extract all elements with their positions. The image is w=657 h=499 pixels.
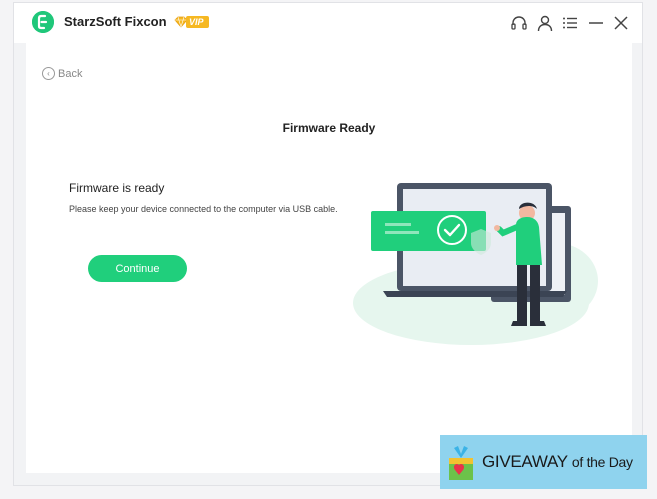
firmware-heading: Firmware is ready xyxy=(69,181,165,195)
menu-icon[interactable] xyxy=(560,13,580,33)
user-icon[interactable] xyxy=(535,13,555,33)
vip-badge: VIP xyxy=(174,15,209,29)
back-label: Back xyxy=(58,67,83,80)
app-window: StarzSoft Fixcon VIP ‹ Back Firmware Rea… xyxy=(13,2,643,486)
app-logo-icon xyxy=(32,11,54,33)
giveaway-text: GIVEAWAY of the Day xyxy=(482,452,633,472)
firmware-ready-illustration xyxy=(353,183,598,345)
title-bar: StarzSoft Fixcon VIP xyxy=(14,3,642,43)
continue-label: Continue xyxy=(115,262,160,275)
vip-label: VIP xyxy=(186,16,209,28)
continue-button[interactable]: Continue xyxy=(88,255,187,282)
giveaway-watermark: GIVEAWAY of the Day xyxy=(440,435,647,489)
gift-logo-icon xyxy=(449,446,473,480)
close-icon[interactable] xyxy=(611,13,631,33)
chevron-left-icon: ‹ xyxy=(42,67,55,80)
page-title: Firmware Ready xyxy=(282,121,376,135)
minimize-icon[interactable] xyxy=(586,13,606,33)
main-content: ‹ Back Firmware Ready Firmware is ready … xyxy=(26,43,632,473)
back-button[interactable]: ‹ Back xyxy=(42,67,82,80)
headset-icon[interactable] xyxy=(509,13,529,33)
app-title: StarzSoft Fixcon xyxy=(64,14,167,29)
firmware-description: Please keep your device connected to the… xyxy=(69,204,338,214)
giveaway-suffix: of the Day xyxy=(571,454,633,470)
giveaway-main: GIVEAWAY xyxy=(482,452,568,471)
